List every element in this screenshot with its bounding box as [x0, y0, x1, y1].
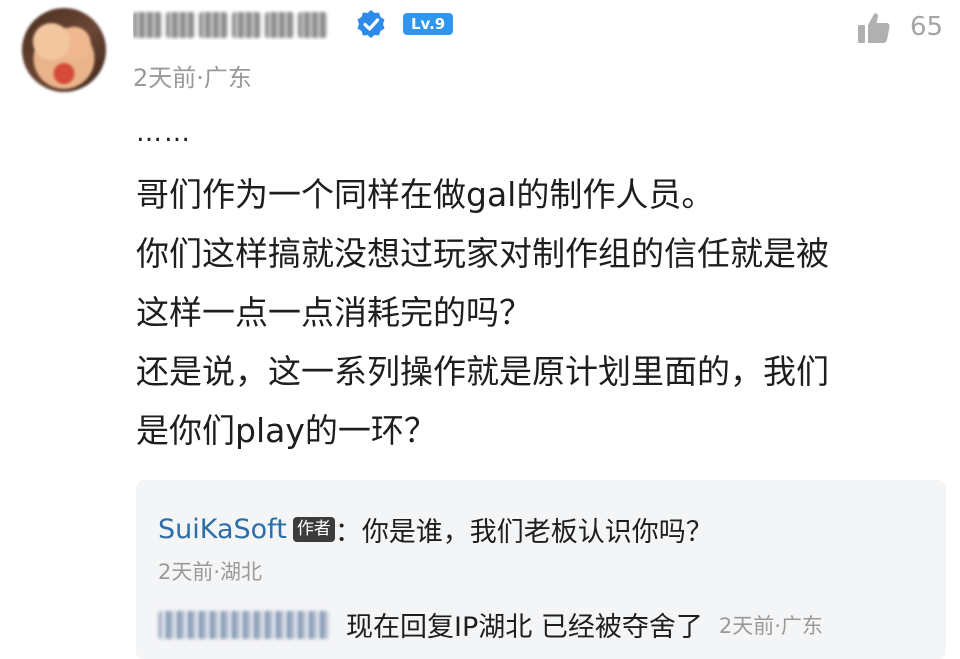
comment-line: 你们这样搞就没想过玩家对制作组的信任就是被	[136, 234, 829, 273]
reply-separator: ：	[334, 517, 362, 548]
level-badge: Lv.9	[403, 13, 454, 35]
user-avatar[interactable]	[22, 8, 106, 92]
blurred-char	[133, 12, 162, 38]
reply-item[interactable]: 现在回复IP湖北 已经被夺舍了 2天前·广东	[158, 605, 823, 644]
reply-text: 现在回复IP湖北 已经被夺舍了	[346, 612, 703, 643]
like-count: 65	[910, 12, 944, 42]
verified-check-icon	[357, 10, 385, 38]
blurred-char	[298, 12, 327, 38]
reply-meta: 2天前·广东	[718, 613, 823, 638]
comment-line: 哥们作为一个同样在做gal的制作人员。	[136, 175, 715, 214]
reply-author-name[interactable]: SuiKaSoft	[158, 514, 287, 545]
username-blurred[interactable]	[133, 10, 341, 40]
comment-body: 哥们作为一个同样在做gal的制作人员。 你们这样搞就没想过玩家对制作组的信任就是…	[136, 165, 936, 460]
blurred-char	[232, 12, 261, 38]
comment-ellipsis: ……	[136, 118, 192, 148]
author-badge: 作者	[292, 517, 335, 542]
comment-line: 还是说，这一系列操作就是原计划里面的，我们	[136, 352, 829, 391]
reply-author-blurred[interactable]	[158, 610, 330, 639]
reply-item[interactable]: SuiKaSoft 作者 ： 你是谁，我们老板认识你吗？	[158, 510, 713, 549]
blurred-char	[166, 12, 195, 38]
comment-line: 这样一点一点消耗完的吗？	[136, 293, 532, 332]
reply-text: 你是谁，我们老板认识你吗？	[361, 517, 713, 548]
comment-line: 是你们play的一环？	[136, 411, 437, 450]
thumbs-up-icon[interactable]	[856, 10, 892, 46]
reply-meta: 2天前·湖北	[158, 560, 263, 584]
comment-meta: 2天前·广东	[133, 64, 252, 92]
blurred-char	[199, 12, 228, 38]
blurred-char	[265, 12, 294, 38]
